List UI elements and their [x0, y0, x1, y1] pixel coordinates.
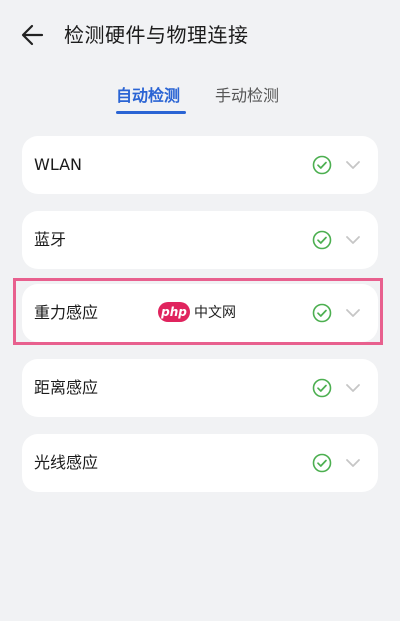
chevron-down-icon[interactable] [344, 159, 362, 171]
arrow-left-icon [21, 24, 44, 46]
list-item-light-sensor[interactable]: 光线感应 [22, 434, 378, 492]
active-tab-indicator [116, 111, 186, 114]
chevron-down-icon[interactable] [344, 307, 362, 319]
app-header: 检测硬件与物理连接 [0, 0, 400, 70]
list-item-label: 重力感应 [34, 303, 99, 322]
watermark: php 中文网 [158, 300, 236, 324]
tab-bar: 自动检测 手动检测 [0, 80, 400, 120]
list-item-label: WLAN [34, 155, 83, 174]
tab-manual-detect[interactable]: 手动检测 [215, 84, 279, 108]
page-title: 检测硬件与物理连接 [64, 23, 249, 47]
chevron-down-icon[interactable] [344, 234, 362, 246]
list-item-label: 距离感应 [34, 378, 99, 397]
back-button[interactable] [18, 20, 50, 50]
check-circle-icon [312, 378, 332, 398]
check-circle-icon [312, 303, 332, 323]
tab-auto-detect[interactable]: 自动检测 [116, 84, 180, 108]
check-circle-icon [312, 155, 332, 175]
list-item-label: 光线感应 [34, 453, 99, 472]
list-item-bluetooth[interactable]: 蓝牙 [22, 211, 378, 269]
check-circle-icon [312, 453, 332, 473]
check-circle-icon [312, 230, 332, 250]
php-logo: php [158, 302, 190, 322]
watermark-text: 中文网 [194, 305, 236, 321]
list-item-proximity-sensor[interactable]: 距离感应 [22, 359, 378, 417]
chevron-down-icon[interactable] [344, 457, 362, 469]
list-item-wlan[interactable]: WLAN [22, 136, 378, 194]
list-item-label: 蓝牙 [34, 230, 67, 249]
chevron-down-icon[interactable] [344, 382, 362, 394]
